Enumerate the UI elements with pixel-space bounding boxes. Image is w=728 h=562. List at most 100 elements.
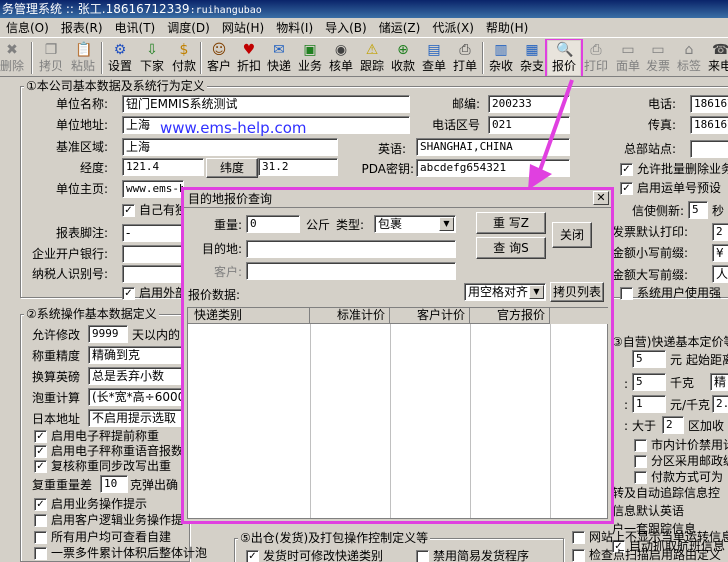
allow-edit-input[interactable]: 9999 xyxy=(88,325,128,343)
enable-voice-checkbox[interactable]: ✓ 启用电子秤称重语音报数 xyxy=(34,444,183,458)
menu-telecom[interactable]: 电讯(T) xyxy=(109,18,162,37)
weight-input[interactable]: 0 xyxy=(246,215,300,233)
footer-input[interactable]: - xyxy=(122,224,184,242)
japan-select[interactable]: 不启用提示选取 xyxy=(88,409,184,427)
column-header[interactable]: 标准计价 xyxy=(310,308,390,324)
default-print-input[interactable]: 2 xyxy=(712,223,728,241)
system-user-checkbox[interactable]: 系统用户使用强 xyxy=(620,286,721,300)
dialog-close-icon[interactable]: ✕ xyxy=(593,191,609,205)
paste-button[interactable]: 📋 粘贴 xyxy=(67,41,99,75)
print-order-button[interactable]: ⎙ 打单 xyxy=(449,41,481,75)
menu-import[interactable]: 导入(B) xyxy=(319,18,373,37)
call-button[interactable]: ☎来电 xyxy=(704,41,728,75)
conversion-select[interactable]: 总是丢弃小数 xyxy=(88,367,184,385)
second-weight-input[interactable]: 5 xyxy=(632,373,666,391)
allow-batch-delete-checkbox[interactable]: ✓ 允许批量删除业务 xyxy=(620,162,728,176)
disable-simple-checkbox[interactable]: 禁用简易发货程序 xyxy=(416,549,529,562)
hq-input[interactable] xyxy=(690,140,728,158)
weight-precision-select[interactable]: 精确到克 xyxy=(88,346,184,364)
unit-name-input[interactable]: 钮门EMMIS系统测试 xyxy=(122,95,410,113)
query-order-button[interactable]: ▤ 查单 xyxy=(418,41,450,75)
enable-customer-checkbox[interactable]: 启用客户逻辑业务操作提 xyxy=(34,513,183,527)
customer-button[interactable]: ☺ 客户 xyxy=(203,41,235,75)
copy-list-button[interactable]: 拷贝列表 xyxy=(550,282,604,302)
column-header[interactable]: 客户计价 xyxy=(390,308,470,324)
all-users-checkbox[interactable]: 所有用户均可查看自建 xyxy=(34,530,171,544)
latitude-button[interactable]: 纬度 xyxy=(206,158,258,178)
menu-material[interactable]: 物料(I) xyxy=(270,18,319,37)
enable-waybill-checkbox[interactable]: ✓ 启用运单号预设 xyxy=(620,181,721,195)
label-button[interactable]: ⌂ 标签 xyxy=(673,41,705,75)
menu-agent[interactable]: 代派(X) xyxy=(426,18,480,37)
query-button[interactable]: 查 询S xyxy=(476,237,546,259)
small-prefix-input[interactable]: ¥ xyxy=(712,244,728,262)
allow-change-checkbox[interactable]: ✓ 发货时可修改快递类别 xyxy=(246,549,383,562)
longitude-input[interactable]: 121.4 xyxy=(122,158,204,176)
region-input[interactable]: 上海 xyxy=(122,138,338,156)
tax-input[interactable] xyxy=(122,265,184,283)
align-select[interactable]: 用空格对齐 ▼ xyxy=(464,283,546,301)
dup-input[interactable]: 10 xyxy=(100,475,128,493)
third-price-extra[interactable]: 2. xyxy=(712,395,728,413)
bank-input[interactable] xyxy=(122,245,184,263)
invoice-button[interactable]: ▭ 发票 xyxy=(642,41,674,75)
self-owned-checkbox[interactable]: ✓ 自己有独 xyxy=(122,203,187,217)
close-button[interactable]: 关闭 xyxy=(552,222,592,248)
verify-button[interactable]: ◉ 核单 xyxy=(325,41,357,75)
city-price-checkbox[interactable]: 市内计价禁用计 xyxy=(634,438,728,452)
customer-input[interactable] xyxy=(246,262,456,280)
misc-collect-button[interactable]: ▥ 杂收 xyxy=(485,41,517,75)
pda-input[interactable]: abcdefg654321 xyxy=(416,159,570,177)
track-button[interactable]: ⚠ 跟踪 xyxy=(356,41,388,75)
use-external-checkbox[interactable]: ✓ 启用外部 xyxy=(122,286,187,300)
homepage-input[interactable]: www.ems-hel xyxy=(122,180,184,198)
english-input[interactable]: SHANGHAI,CHINA xyxy=(416,138,570,156)
quote-grid[interactable]: 快递类别 标准计价 客户计价 官方报价 xyxy=(187,307,608,519)
area-code-input[interactable]: 021 xyxy=(488,116,570,134)
column-header[interactable]: 官方报价 xyxy=(470,308,550,324)
bubble-select[interactable]: (长*宽*高÷6000 xyxy=(88,388,184,406)
menu-dispatch[interactable]: 调度(D) xyxy=(161,18,216,37)
type-select[interactable]: 包裹 ▼ xyxy=(374,215,456,233)
first-price-input[interactable]: 5 xyxy=(632,350,666,368)
delete-button[interactable]: ✖ 删除 xyxy=(0,41,28,75)
third-price-input[interactable]: 1 xyxy=(632,395,666,413)
second-weight-extra[interactable]: 精 xyxy=(710,373,728,391)
menu-report[interactable]: 报表(R) xyxy=(55,18,109,37)
copy-icon: ❐ xyxy=(44,42,58,58)
latitude-input[interactable]: 31.2 xyxy=(258,158,338,176)
sync-weight-checkbox[interactable]: ✓ 复核称重同步改写出重 xyxy=(34,459,171,473)
sms-suffix-input[interactable]: 5 xyxy=(688,201,708,219)
quote-button[interactable]: 🔍 报价 xyxy=(545,39,583,76)
download-button[interactable]: ⇩ 下家 xyxy=(136,41,168,75)
menu-help[interactable]: 帮助(H) xyxy=(480,18,534,37)
collect-button[interactable]: ⊕ 收款 xyxy=(387,41,419,75)
dest-input[interactable] xyxy=(246,240,456,258)
sheet-button[interactable]: ▭ 面单 xyxy=(612,41,644,75)
fax-input[interactable]: 186167 xyxy=(690,116,728,134)
site-not-show-checkbox[interactable]: 网站上不显示当单运转信息 xyxy=(572,530,728,544)
menu-storage[interactable]: 储运(Z) xyxy=(373,18,427,37)
copy-button[interactable]: ❐ 拷贝 xyxy=(35,41,67,75)
multi-ticket-checkbox[interactable]: 一票多件累计体积后整体计泡 xyxy=(34,546,207,560)
business-button[interactable]: ▣ 业务 xyxy=(294,41,326,75)
gt-input[interactable]: 2 xyxy=(662,416,684,434)
reset-button[interactable]: 重 写Z xyxy=(476,212,546,234)
express-button[interactable]: ✉ 快递 xyxy=(263,41,295,75)
enable-scale-checkbox[interactable]: ✓ 启用电子秤提前称重 xyxy=(34,429,159,443)
column-header[interactable]: 快递类别 xyxy=(188,308,310,324)
print-button[interactable]: ⎙ 打印 xyxy=(580,41,612,75)
menu-website[interactable]: 网站(H) xyxy=(216,18,270,37)
discount-button[interactable]: ♥ 折扣 xyxy=(233,41,265,75)
zone-postcode-checkbox[interactable]: 分区采用邮政编 xyxy=(634,454,728,468)
enable-biz-checkbox[interactable]: ✓ 启用业务操作提示 xyxy=(34,497,147,511)
misc-pay-button[interactable]: ▦ 杂支 xyxy=(516,41,548,75)
settings-button[interactable]: ⚙ 设置 xyxy=(104,41,136,75)
scan-route-checkbox[interactable]: 检查点扫描启用路由定义 xyxy=(572,548,721,562)
postcode-input[interactable]: 200233 xyxy=(488,95,570,113)
pay-button[interactable]: $ 付款 xyxy=(168,41,200,75)
pay-method-checkbox[interactable]: 付款方式可为 xyxy=(634,470,723,484)
menu-info[interactable]: 信息(O) xyxy=(0,18,55,37)
big-prefix-input[interactable]: 人 xyxy=(712,265,728,283)
phone-input[interactable]: 186167 xyxy=(690,95,728,113)
